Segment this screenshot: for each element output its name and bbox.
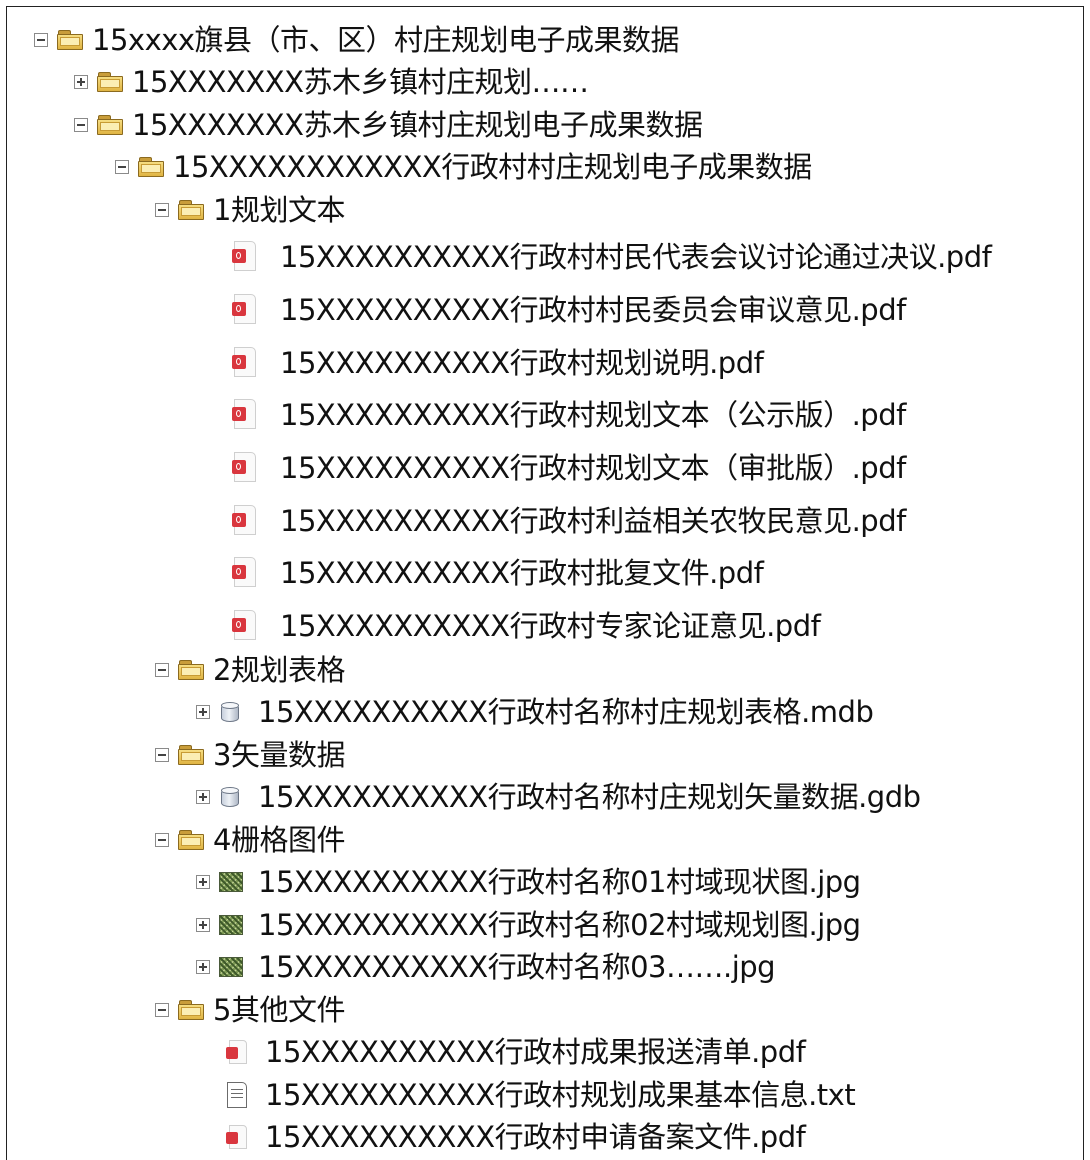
node-label: 15XXXXXXXXXX行政村规划说明.pdf xyxy=(280,346,764,380)
expand-toggle[interactable] xyxy=(196,960,210,974)
database-icon xyxy=(219,701,241,723)
tree-node-file[interactable]: 15XXXXXXXXXX行政村村民委员会审议意见.pdf xyxy=(232,290,906,330)
folder-icon xyxy=(178,200,204,220)
tree-node-file[interactable]: 15XXXXXXXXXX行政村规划成果基本信息.txt xyxy=(226,1075,856,1115)
raster-icon xyxy=(219,915,243,935)
node-label: 1规划文本 xyxy=(213,193,345,227)
pdf-icon xyxy=(232,241,258,273)
pdf-icon xyxy=(232,399,258,431)
node-label: 15XXXXXXXXXX行政村名称村庄规划矢量数据.gdb xyxy=(258,780,921,814)
tree-node-file[interactable]: 15XXXXXXXXXX行政村规划文本（公示版）.pdf xyxy=(232,395,906,435)
expand-toggle[interactable] xyxy=(196,705,210,719)
folder-icon xyxy=(97,72,123,92)
folder-tree: 15xxxx旗县（市、区）村庄规划电子成果数据 15XXXXXXX苏木乡镇村庄规… xyxy=(6,6,1084,1160)
pdf-icon xyxy=(232,347,258,379)
pdf-icon xyxy=(232,505,258,537)
pdf-icon xyxy=(232,452,258,484)
collapse-toggle[interactable] xyxy=(155,663,169,677)
pdf-icon xyxy=(232,610,258,642)
pdf-icon xyxy=(226,1125,248,1149)
tree-node-folder-text[interactable]: 1规划文本 xyxy=(155,190,345,230)
node-label: 15XXXXXXXXXX行政村村民委员会审议意见.pdf xyxy=(280,293,906,327)
tree-node-raster[interactable]: 15XXXXXXXXXX行政村名称03…….jpg xyxy=(196,947,776,987)
node-label: 2规划表格 xyxy=(213,653,345,687)
tree-node-file[interactable]: 15XXXXXXXXXX行政村成果报送清单.pdf xyxy=(226,1032,806,1072)
node-label: 15XXXXXXX苏木乡镇村庄规划…… xyxy=(132,65,589,99)
tree-node-folder-vector[interactable]: 3矢量数据 xyxy=(155,735,345,775)
folder-icon xyxy=(57,30,83,50)
tree-node-database[interactable]: 15XXXXXXXXXX行政村名称村庄规划表格.mdb xyxy=(196,692,874,732)
raster-icon xyxy=(219,957,243,977)
tree-node-database[interactable]: 15XXXXXXXXXX行政村名称村庄规划矢量数据.gdb xyxy=(196,777,921,817)
text-file-icon xyxy=(226,1082,248,1108)
folder-icon xyxy=(178,745,204,765)
pdf-icon xyxy=(232,294,258,326)
node-label: 15XXXXXXXXXX行政村批复文件.pdf xyxy=(280,556,764,590)
raster-icon xyxy=(219,872,243,892)
tree-node-file[interactable]: 15XXXXXXXXXX行政村利益相关农牧民意见.pdf xyxy=(232,501,906,541)
tree-node-file[interactable]: 15XXXXXXXXXX行政村申请备案文件.pdf xyxy=(226,1117,806,1157)
collapse-toggle[interactable] xyxy=(115,160,129,174)
database-icon xyxy=(219,786,241,808)
collapse-toggle[interactable] xyxy=(155,1003,169,1017)
tree-node-folder-other[interactable]: 5其他文件 xyxy=(155,990,345,1030)
tree-node-file[interactable]: 15XXXXXXXXXX行政村规划说明.pdf xyxy=(232,343,764,383)
folder-icon xyxy=(138,157,164,177)
node-label: 15XXXXXXXXXX行政村名称03…….jpg xyxy=(258,950,776,984)
node-label: 15XXXXXXXXXX行政村规划文本（公示版）.pdf xyxy=(280,398,906,432)
expand-toggle[interactable] xyxy=(196,875,210,889)
node-label: 4栅格图件 xyxy=(213,823,345,857)
expand-toggle[interactable] xyxy=(196,790,210,804)
node-label: 3矢量数据 xyxy=(213,738,345,772)
folder-icon xyxy=(178,830,204,850)
tree-node-file[interactable]: 15XXXXXXXXXX行政村村民代表会议讨论通过决议.pdf xyxy=(232,237,992,277)
expand-toggle[interactable] xyxy=(74,75,88,89)
collapse-toggle[interactable] xyxy=(34,33,48,47)
node-label: 15XXXXXXXXXX行政村申请备案文件.pdf xyxy=(265,1120,806,1154)
tree-node-raster[interactable]: 15XXXXXXXXXX行政村名称02村域规划图.jpg xyxy=(196,905,861,945)
node-label: 15XXXXXXX苏木乡镇村庄规划电子成果数据 xyxy=(132,108,703,142)
tree-node-township[interactable]: 15XXXXXXX苏木乡镇村庄规划电子成果数据 xyxy=(74,105,703,145)
node-label: 15XXXXXXXXXX行政村利益相关农牧民意见.pdf xyxy=(280,504,906,538)
node-label: 15XXXXXXXXXX行政村名称01村域现状图.jpg xyxy=(258,865,861,899)
expand-toggle[interactable] xyxy=(196,918,210,932)
collapse-toggle[interactable] xyxy=(155,203,169,217)
collapse-toggle[interactable] xyxy=(155,833,169,847)
tree-node-raster[interactable]: 15XXXXXXXXXX行政村名称01村域现状图.jpg xyxy=(196,862,861,902)
tree-node-file[interactable]: 15XXXXXXXXXX行政村批复文件.pdf xyxy=(232,553,764,593)
node-label: 15XXXXXXXXXX行政村专家论证意见.pdf xyxy=(280,609,821,643)
pdf-icon xyxy=(232,557,258,589)
tree-node-root[interactable]: 15xxxx旗县（市、区）村庄规划电子成果数据 xyxy=(34,20,680,60)
node-label: 5其他文件 xyxy=(213,993,345,1027)
tree-node-village[interactable]: 15XXXXXXXXXXXX行政村村庄规划电子成果数据 xyxy=(115,147,812,187)
tree-node-folder-tables[interactable]: 2规划表格 xyxy=(155,650,345,690)
tree-node-file[interactable]: 15XXXXXXXXXX行政村专家论证意见.pdf xyxy=(232,606,821,646)
node-label: 15XXXXXXXXXX行政村名称02村域规划图.jpg xyxy=(258,908,861,942)
pdf-icon xyxy=(226,1040,248,1064)
folder-icon xyxy=(178,660,204,680)
collapse-toggle[interactable] xyxy=(74,118,88,132)
node-label: 15XXXXXXXXXX行政村规划文本（审批版）.pdf xyxy=(280,451,906,485)
folder-icon xyxy=(178,1000,204,1020)
tree-node-file[interactable]: 15XXXXXXXXXX行政村规划文本（审批版）.pdf xyxy=(232,448,906,488)
node-label: 15XXXXXXXXXX行政村成果报送清单.pdf xyxy=(265,1035,806,1069)
tree-node-township-collapsed[interactable]: 15XXXXXXX苏木乡镇村庄规划…… xyxy=(74,62,589,102)
node-label: 15xxxx旗县（市、区）村庄规划电子成果数据 xyxy=(92,23,680,57)
node-label: 15XXXXXXXXXX行政村名称村庄规划表格.mdb xyxy=(258,695,874,729)
folder-icon xyxy=(97,115,123,135)
node-label: 15XXXXXXXXXXXX行政村村庄规划电子成果数据 xyxy=(173,150,812,184)
tree-node-folder-raster[interactable]: 4栅格图件 xyxy=(155,820,345,860)
node-label: 15XXXXXXXXXX行政村村民代表会议讨论通过决议.pdf xyxy=(280,240,992,274)
node-label: 15XXXXXXXXXX行政村规划成果基本信息.txt xyxy=(265,1078,856,1112)
collapse-toggle[interactable] xyxy=(155,748,169,762)
